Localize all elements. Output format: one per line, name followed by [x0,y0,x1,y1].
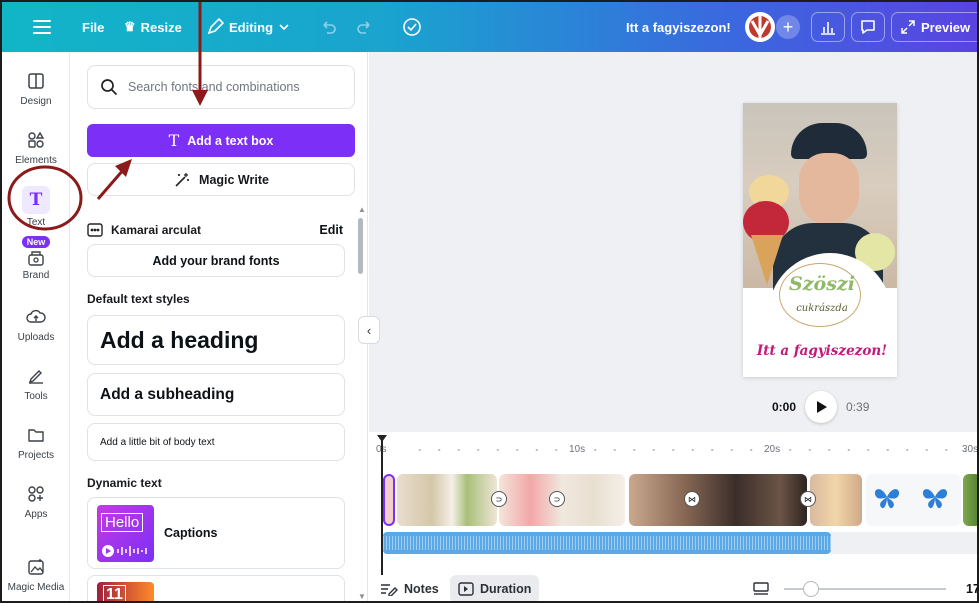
annotation-overlay [7,2,208,231]
annotation-circle-text [7,165,83,231]
annotation-arrow-diagonal [96,159,132,200]
annotation-arrow-down [192,2,208,106]
app-window: File ♛ Resize Editing Itt a fagyiszezon!… [0,0,979,603]
